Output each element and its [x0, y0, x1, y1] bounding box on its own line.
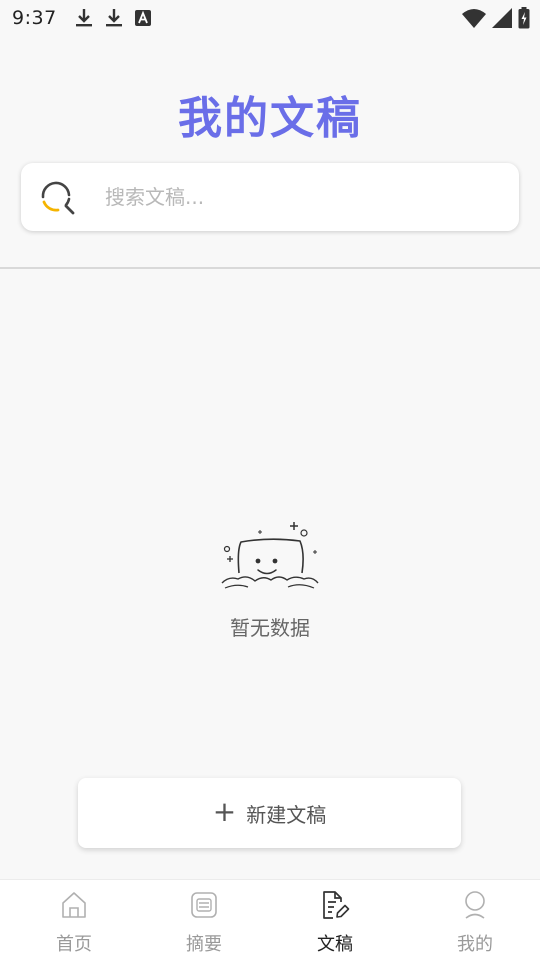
- battery-charging-icon: [518, 7, 530, 29]
- text-a-icon: [134, 10, 151, 26]
- search-icon: [41, 181, 75, 215]
- status-bar: 9:37: [0, 0, 540, 36]
- header-divider: [0, 267, 540, 269]
- tab-documents-label: 文稿: [317, 934, 353, 955]
- search-input[interactable]: [105, 163, 505, 231]
- home-icon: [62, 892, 86, 918]
- tab-profile[interactable]: 我的: [410, 880, 540, 960]
- empty-state: 暂无数据: [0, 518, 540, 641]
- download-icon: [75, 8, 93, 28]
- download-icon: [105, 8, 123, 28]
- search-bar[interactable]: [21, 163, 519, 231]
- tab-documents[interactable]: 文稿: [260, 880, 410, 960]
- tab-summary-label: 摘要: [186, 934, 222, 955]
- status-left: 9:37: [12, 7, 151, 29]
- tab-summary[interactable]: 摘要: [148, 880, 260, 960]
- summary-icon: [191, 892, 217, 918]
- empty-box-illustration: [221, 522, 319, 589]
- page-title: 我的文稿: [178, 93, 362, 144]
- status-right: [462, 7, 530, 29]
- tab-profile-label: 我的: [457, 934, 493, 955]
- new-document-button[interactable]: + 新建文稿: [78, 778, 461, 848]
- bottom-tab-bar: 首页 摘要 文稿 我的: [0, 879, 540, 960]
- user-icon: [465, 891, 485, 919]
- wifi-icon: [462, 8, 486, 28]
- document-edit-icon: [323, 891, 350, 919]
- tab-home-label: 首页: [56, 934, 92, 955]
- empty-state-text: 暂无数据: [230, 616, 310, 640]
- new-document-label: 新建文稿: [246, 802, 327, 827]
- tab-home[interactable]: 首页: [0, 880, 148, 960]
- status-time: 9:37: [12, 7, 57, 29]
- signal-icon: [492, 8, 512, 28]
- plus-icon: +: [212, 794, 237, 828]
